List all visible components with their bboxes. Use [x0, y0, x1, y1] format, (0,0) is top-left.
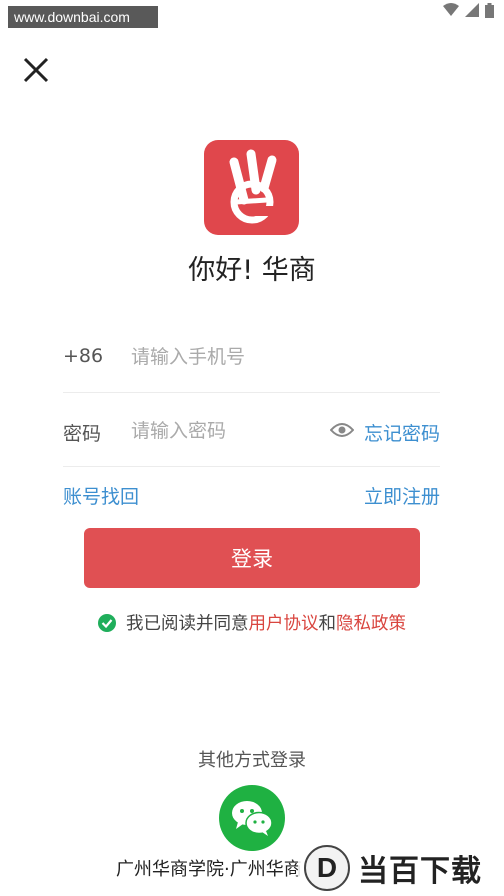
watermark-downbai: www.downbai.com [8, 6, 158, 28]
wechat-icon [232, 801, 273, 836]
greeting-title: 你好! 华商 [188, 255, 316, 286]
brand-watermark: D 当百下载 [298, 840, 504, 896]
wifi-icon [443, 3, 459, 16]
privacy-policy-link[interactable]: 隐私政策 [336, 614, 406, 634]
signal-icon [465, 3, 479, 17]
watermark-text: 当百下载 [358, 854, 482, 889]
watermark-logo: D [304, 845, 350, 891]
register-link[interactable]: 立即注册 [364, 482, 440, 509]
find-account-link[interactable]: 账号找回 [63, 482, 139, 509]
phone-row: +86 [63, 321, 440, 393]
check-icon [101, 619, 113, 629]
login-button[interactable]: 登录 [84, 528, 420, 588]
wechat-login-button[interactable] [219, 785, 285, 851]
phone-input[interactable] [131, 339, 331, 375]
close-button[interactable] [20, 54, 52, 86]
country-code[interactable]: +86 [63, 345, 103, 367]
password-row: 密码 忘记密码 [63, 395, 440, 467]
password-input[interactable] [131, 413, 331, 449]
app-logo [204, 140, 299, 235]
huashang-logo-icon [229, 149, 277, 224]
agreement-and: 和 [318, 614, 337, 634]
user-agreement-link[interactable]: 用户协议 [249, 614, 319, 634]
forgot-password-link[interactable]: 忘记密码 [364, 419, 440, 446]
agreement-checkbox[interactable] [98, 614, 116, 632]
other-login-label: 其他方式登录 [198, 750, 306, 771]
password-label: 密码 [63, 423, 102, 445]
agreement-text: 我已阅读并同意 [126, 614, 249, 634]
footer-text: 广州华商学院·广州华商 [116, 859, 302, 880]
battery-icon [485, 2, 494, 18]
agreement-row: 我已阅读并同意用户协议和隐私政策 [0, 610, 504, 635]
close-icon [23, 57, 49, 83]
eye-icon[interactable] [330, 421, 354, 439]
status-bar-icons [443, 2, 494, 18]
